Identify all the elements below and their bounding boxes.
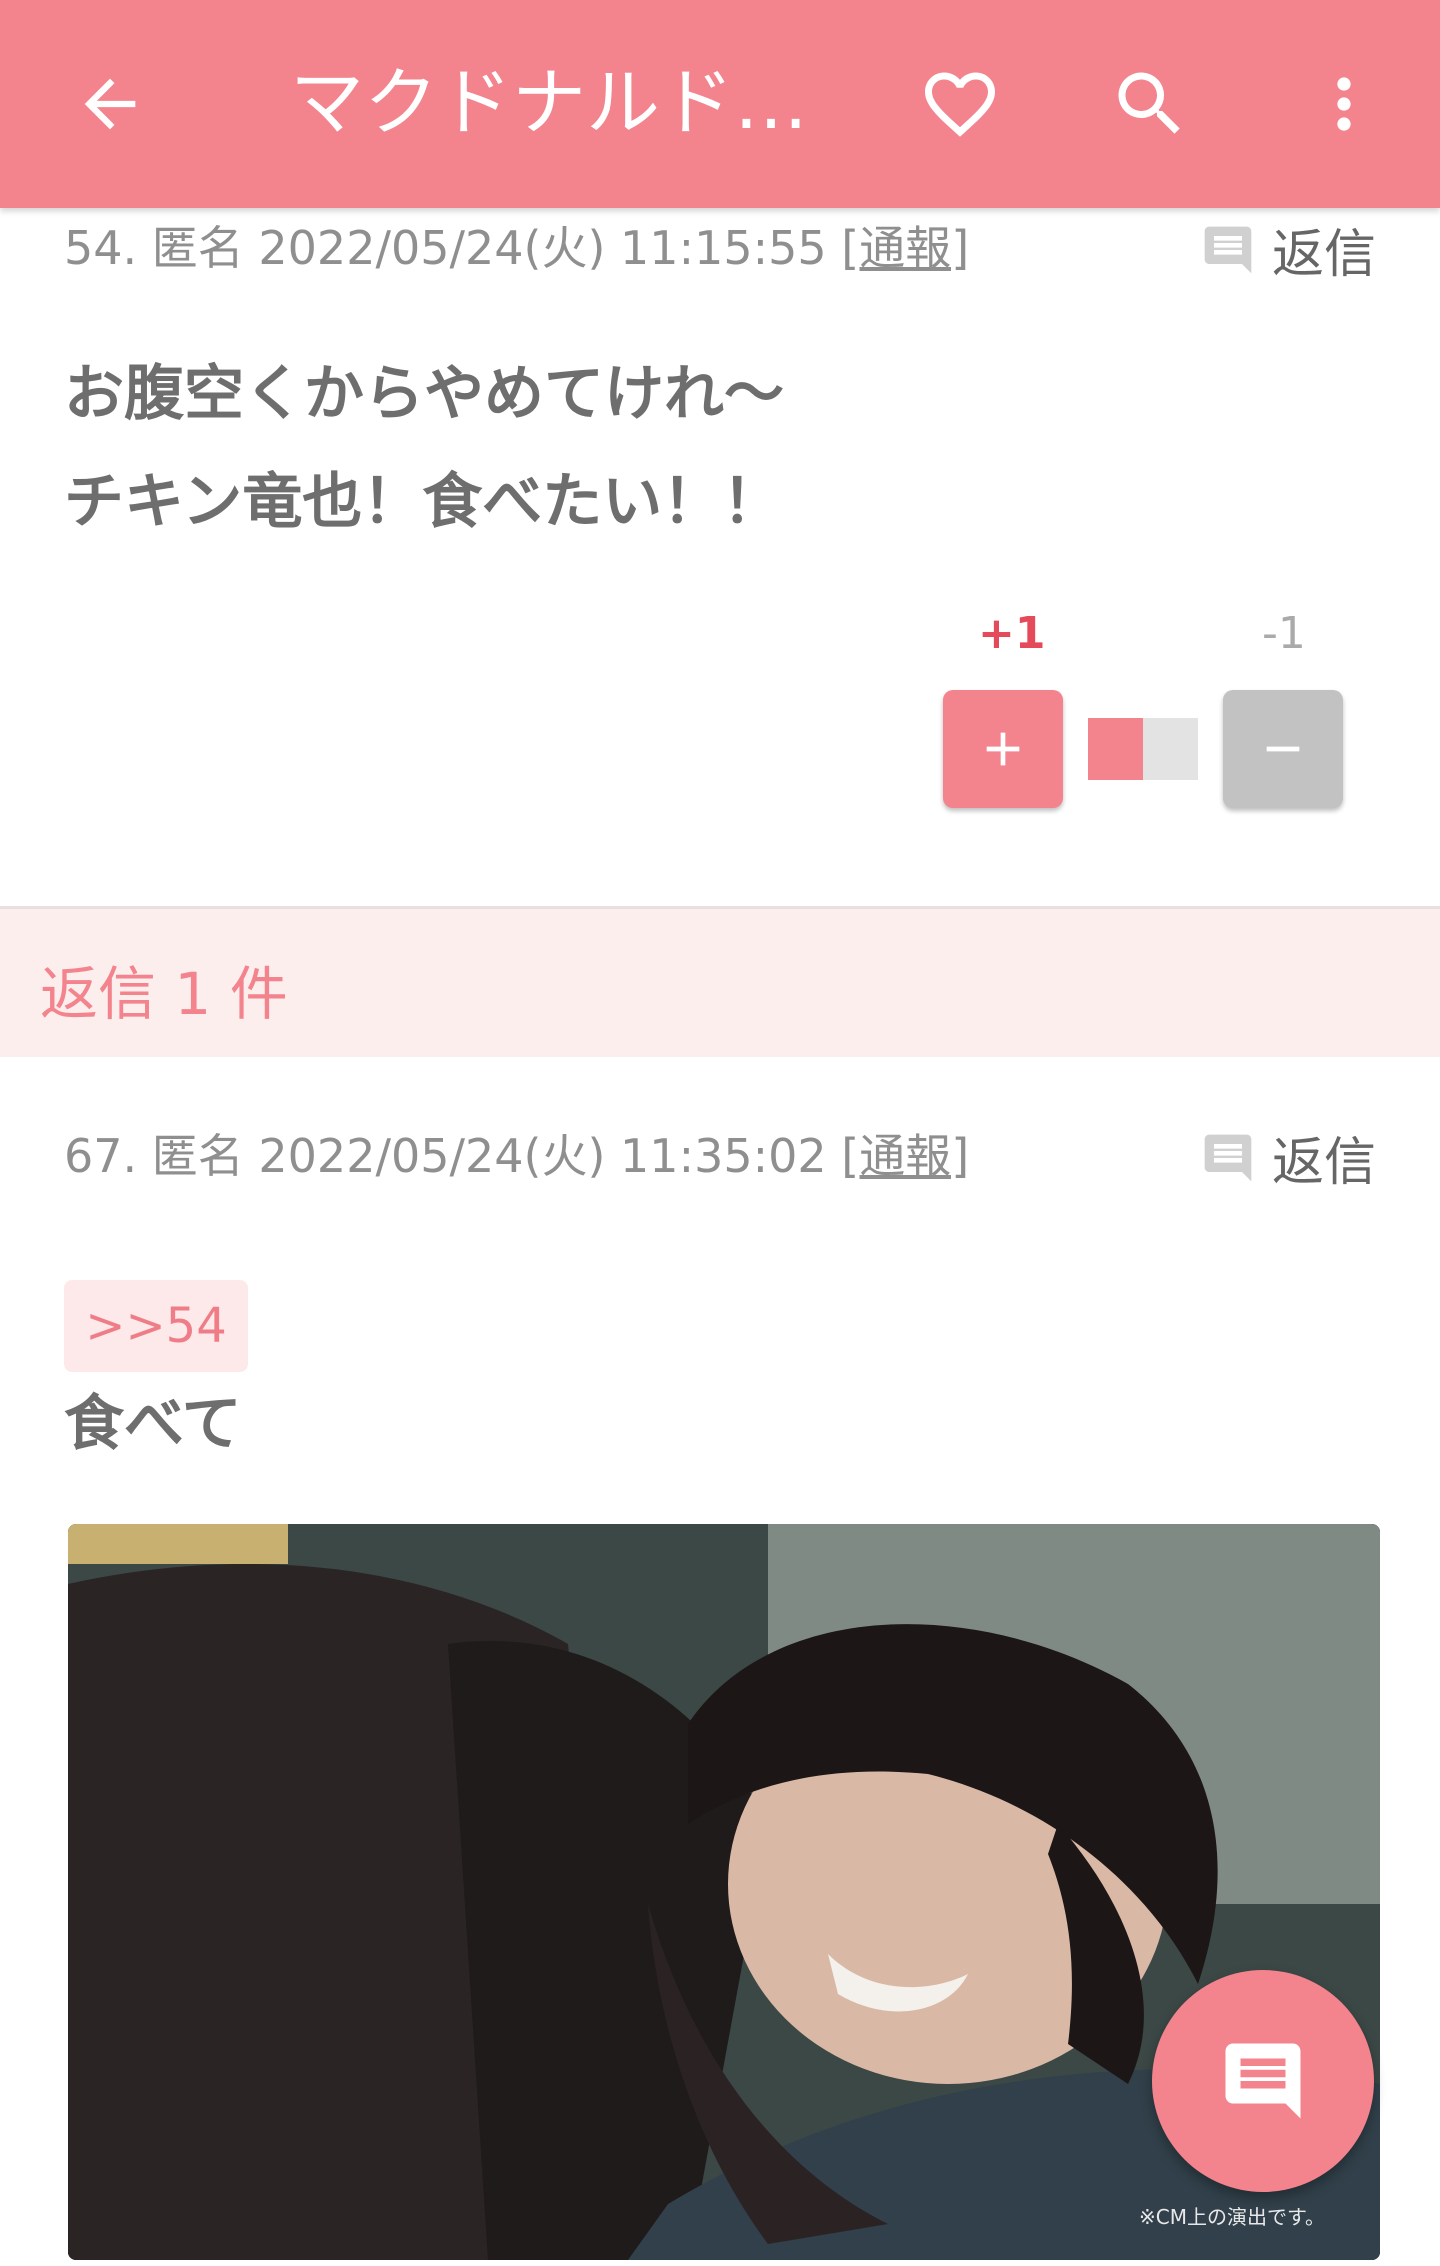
- page-title: マクドナルド…: [290, 60, 808, 146]
- vote-ratio-bar: [1088, 718, 1198, 780]
- compose-comment-button[interactable]: [1152, 1970, 1374, 2192]
- minus-vote-button[interactable]: [1223, 690, 1343, 808]
- more-options-button[interactable]: [1284, 44, 1404, 164]
- comment-body: 食べて: [64, 1370, 242, 1478]
- comment-meta: 67. 匿名 2022/05/24(火) 11:35:02 [通報]: [64, 1120, 969, 1186]
- replies-count-label: 返信 1 件: [40, 960, 288, 1028]
- chat-icon: [1225, 2043, 1301, 2119]
- image-caption: ※CM上の演出です。: [1139, 2205, 1325, 2229]
- plus-icon: [986, 732, 1020, 766]
- replies-bar[interactable]: 返信 1 件: [0, 906, 1440, 1057]
- minus-count: -1: [1262, 608, 1306, 659]
- more-vert-icon: [1337, 77, 1351, 131]
- plus-count: +1: [978, 608, 1046, 659]
- heart-icon: [925, 72, 995, 137]
- comment-line: 食べて: [64, 1389, 242, 1459]
- back-button[interactable]: [50, 44, 170, 164]
- reply-label: 返信: [1272, 1133, 1377, 1193]
- favorite-button[interactable]: [900, 44, 1020, 164]
- app-bar: マクドナルド…: [0, 0, 1440, 208]
- reply-anchor-link[interactable]: >>54: [64, 1280, 248, 1372]
- search-icon: [1118, 72, 1180, 134]
- comment-meta-text: 54. 匿名 2022/05/24(火) 11:15:55: [64, 221, 842, 275]
- search-button[interactable]: [1090, 44, 1210, 164]
- back-arrow-icon: [84, 78, 136, 130]
- report-link[interactable]: [通報]: [841, 221, 969, 275]
- comment-icon: [1204, 1134, 1252, 1181]
- comment-icon: [1204, 226, 1252, 273]
- comment-line: チキン竜也！食べたい！！: [64, 467, 783, 537]
- comment-meta: 54. 匿名 2022/05/24(火) 11:15:55 [通報]: [64, 212, 969, 278]
- minus-icon: [1266, 746, 1300, 752]
- vote-ratio-fill: [1088, 718, 1143, 780]
- reply-button[interactable]: 返信: [1200, 1120, 1376, 1195]
- plus-vote-button[interactable]: [943, 690, 1063, 808]
- comment-body: お腹空くからやめてけれ〜 チキン竜也！食べたい！！: [64, 340, 784, 556]
- reply-label: 返信: [1272, 225, 1377, 285]
- report-link[interactable]: [通報]: [841, 1129, 969, 1183]
- comment-line: お腹空くからやめてけれ〜: [64, 359, 784, 429]
- comment-meta-text: 67. 匿名 2022/05/24(火) 11:35:02: [64, 1129, 842, 1183]
- reply-button[interactable]: 返信: [1200, 212, 1376, 287]
